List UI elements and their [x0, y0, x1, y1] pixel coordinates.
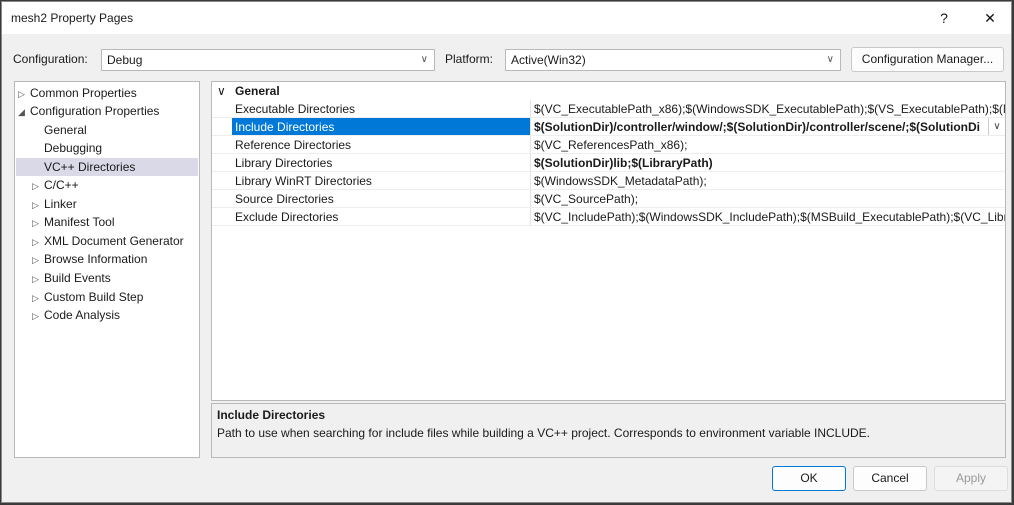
category-header-general[interactable]: ∨ General: [212, 82, 1005, 100]
property-name: Include Directories: [232, 118, 530, 135]
help-icon: ?: [940, 10, 948, 26]
tree-item-label: Code Analysis: [44, 308, 121, 322]
tree-item-code-analysis[interactable]: ▷ Code Analysis: [32, 306, 120, 324]
tree-item-manifest-tool[interactable]: ▷ Manifest Tool: [32, 213, 114, 231]
expand-icon[interactable]: ▷: [18, 85, 30, 103]
category-label: General: [235, 84, 280, 98]
property-row-library-directories[interactable]: Library Directories $(SolutionDir)lib;$(…: [212, 154, 1005, 172]
tree-item-debugging[interactable]: Debugging: [44, 139, 102, 157]
property-value[interactable]: $(SolutionDir)/controller/window/;$(Solu…: [530, 118, 988, 135]
property-value[interactable]: $(VC_SourcePath);: [530, 190, 1005, 207]
description-text: Path to use when searching for include f…: [217, 426, 871, 440]
expand-icon[interactable]: ▷: [32, 270, 44, 288]
expand-icon[interactable]: ▷: [32, 214, 44, 232]
tree-item-xml-document-generator[interactable]: ▷ XML Document Generator: [32, 232, 184, 250]
tree-item-vc-directories[interactable]: VC++ Directories: [16, 158, 198, 176]
expand-icon[interactable]: ▷: [32, 177, 44, 195]
expand-icon[interactable]: ▷: [32, 251, 44, 269]
property-name: Library Directories: [235, 156, 333, 170]
property-name: Exclude Directories: [235, 210, 339, 224]
close-icon: ✕: [984, 9, 996, 26]
configuration-manager-button[interactable]: Configuration Manager...: [851, 47, 1004, 72]
property-name: Source Directories: [235, 192, 334, 206]
tree-item-label: Configuration Properties: [30, 104, 160, 118]
chevron-down-icon[interactable]: ∨: [988, 118, 1005, 135]
property-tree: ▷ Common Properties ◢ Configuration Proper…: [14, 81, 200, 458]
platform-label: Platform:: [445, 52, 494, 66]
tree-item-build-events[interactable]: ▷ Build Events: [32, 269, 111, 287]
tree-item-browse-information[interactable]: ▷ Browse Information: [32, 250, 147, 268]
expand-icon[interactable]: ▷: [32, 307, 44, 325]
tree-item-c-cpp[interactable]: ▷ C/C++: [32, 176, 79, 194]
platform-value: Active(Win32): [511, 53, 586, 67]
property-pages-dialog: mesh2 Property Pages ? ✕ Configuration: …: [1, 1, 1012, 503]
window-title: mesh2 Property Pages: [11, 11, 134, 25]
property-row-exclude-directories[interactable]: Exclude Directories $(VC_IncludePath);$(…: [212, 208, 1005, 226]
property-grid: ∨ General Executable Directories $(VC_Ex…: [211, 81, 1006, 401]
tree-item-label: Custom Build Step: [44, 290, 144, 304]
configuration-dropdown[interactable]: Debug ∨: [101, 49, 435, 71]
tree-item-label: Common Properties: [30, 86, 137, 100]
cancel-button[interactable]: Cancel: [853, 466, 927, 491]
expand-icon[interactable]: ▷: [32, 289, 44, 307]
tree-item-general[interactable]: General: [44, 121, 87, 139]
expand-icon[interactable]: ▷: [32, 233, 44, 251]
tree-item-label: Linker: [44, 197, 77, 211]
ok-button[interactable]: OK: [772, 466, 846, 491]
title-bar: mesh2 Property Pages ? ✕: [2, 2, 1011, 34]
chevron-down-icon: ∨: [826, 54, 834, 65]
help-button[interactable]: ?: [922, 2, 966, 34]
property-name: Library WinRT Directories: [235, 174, 372, 188]
tree-item-configuration-properties[interactable]: ◢ Configuration Properties: [18, 102, 159, 120]
tree-item-common-properties[interactable]: ▷ Common Properties: [18, 84, 137, 102]
chevron-down-icon: ∨: [420, 54, 428, 65]
configuration-label: Configuration:: [13, 52, 88, 66]
property-row-include-directories[interactable]: Include Directories $(SolutionDir)/contr…: [212, 118, 1005, 136]
tree-item-label: Browse Information: [44, 252, 148, 266]
apply-button[interactable]: Apply: [934, 466, 1008, 491]
tree-item-label: General: [44, 123, 87, 137]
property-name: Reference Directories: [235, 138, 352, 152]
property-value[interactable]: $(VC_IncludePath);$(WindowsSDK_IncludePa…: [530, 208, 1005, 225]
description-title: Include Directories: [217, 408, 326, 422]
property-row-library-winrt-directories[interactable]: Library WinRT Directories $(WindowsSDK_M…: [212, 172, 1005, 190]
tree-item-custom-build-step[interactable]: ▷ Custom Build Step: [32, 288, 143, 306]
property-value[interactable]: $(VC_ReferencesPath_x86);: [530, 136, 1005, 153]
tree-item-label: XML Document Generator: [44, 234, 184, 248]
tree-item-label: Manifest Tool: [44, 215, 115, 229]
expand-icon[interactable]: ▷: [32, 196, 44, 214]
collapse-icon[interactable]: ∨: [217, 82, 226, 100]
close-button[interactable]: ✕: [968, 2, 1012, 34]
property-row-reference-directories[interactable]: Reference Directories $(VC_ReferencesPat…: [212, 136, 1005, 154]
description-panel: Include Directories Path to use when sea…: [211, 403, 1006, 458]
property-row-source-directories[interactable]: Source Directories $(VC_SourcePath);: [212, 190, 1005, 208]
property-row-executable-directories[interactable]: Executable Directories $(VC_ExecutablePa…: [212, 100, 1005, 118]
property-value[interactable]: $(VC_ExecutablePath_x86);$(WindowsSDK_Ex…: [530, 100, 1005, 117]
tree-item-label: Debugging: [44, 141, 103, 155]
property-value[interactable]: $(WindowsSDK_MetadataPath);: [530, 172, 1005, 189]
property-name: Executable Directories: [235, 102, 356, 116]
tree-item-label: VC++ Directories: [44, 160, 136, 174]
tree-item-label: C/C++: [44, 178, 79, 192]
configuration-value: Debug: [107, 53, 143, 67]
tree-item-label: Build Events: [44, 271, 111, 285]
platform-dropdown[interactable]: Active(Win32) ∨: [505, 49, 841, 71]
property-value[interactable]: $(SolutionDir)lib;$(LibraryPath): [530, 154, 1005, 171]
tree-item-linker[interactable]: ▷ Linker: [32, 195, 77, 213]
collapse-icon[interactable]: ◢: [18, 103, 30, 121]
